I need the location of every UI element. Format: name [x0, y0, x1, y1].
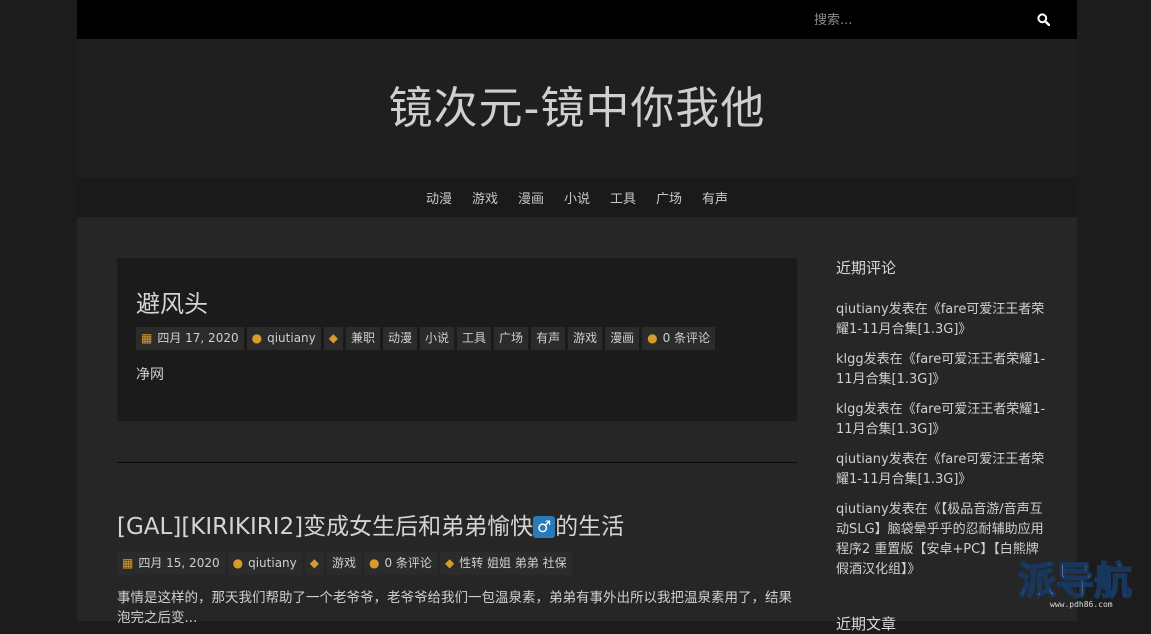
sidebar: 近期评论 qiutiany发表在《fare可爱汪王者荣耀1-11月合集[1.3G…: [836, 257, 1046, 590]
post-card: 避风头 ▦ 四月 17, 2020 ● qiutiany ◆ 兼职 动漫 小说 …: [117, 258, 797, 421]
nav-item-tools[interactable]: 工具: [610, 188, 636, 207]
post-date[interactable]: ▦ 四月 17, 2020: [136, 327, 244, 350]
post-comments[interactable]: ● 0 条评论: [642, 327, 716, 350]
calendar-icon: ▦: [141, 331, 153, 345]
comment-icon: ●: [369, 556, 380, 570]
content-area: 避风头 ▦ 四月 17, 2020 ● qiutiany ◆ 兼职 动漫 小说 …: [77, 217, 1077, 633]
recent-posts-title: 近期文章: [836, 615, 897, 633]
post-meta: ▦ 四月 17, 2020 ● qiutiany ◆ 兼职 动漫 小说 工具 广…: [136, 327, 716, 350]
category-tag[interactable]: 广场: [494, 327, 529, 350]
post-author-text: qiutiany: [248, 556, 297, 570]
search-input[interactable]: [812, 8, 1016, 32]
category-tag[interactable]: 游戏: [326, 552, 361, 575]
site-title[interactable]: 镜次元-镜中你我他: [77, 81, 1077, 137]
page: 镜次元-镜中你我他 动漫 游戏 漫画 小说 工具 广场 有声 避风头 ▦ 四月 …: [77, 0, 1077, 633]
search-icon: [1036, 12, 1050, 26]
post-comments[interactable]: ● 0 条评论: [364, 552, 437, 575]
post-author[interactable]: ● qiutiany: [246, 327, 321, 350]
category-tag[interactable]: 漫画: [605, 327, 640, 350]
recent-comment-item[interactable]: klgg发表在《fare可爱汪王者荣耀1-11月合集[1.3G]》: [836, 400, 1046, 440]
comment-icon: ●: [647, 331, 658, 345]
post-comments-text: 0 条评论: [384, 556, 432, 570]
post-keyword-tags[interactable]: ◆ 性转 姐姐 弟弟 社保: [439, 552, 572, 575]
nav-item-audio[interactable]: 有声: [702, 188, 728, 207]
nav-item-novels[interactable]: 小说: [564, 188, 590, 207]
post-date-text: 四月 17, 2020: [157, 331, 239, 345]
post-title-prefix: [GAL][KIRIKIRI2]变成女生后和弟弟愉快: [117, 514, 534, 540]
nav-item-games[interactable]: 游戏: [472, 188, 498, 207]
recent-comment-item[interactable]: qiutiany发表在《【极品音游/音声互动SLG】脑袋晕乎乎的忍耐辅助应用程序…: [836, 500, 1046, 580]
post-tags-marker: ◆: [323, 327, 343, 350]
post-keyword-tags-text: 性转 姐姐 弟弟 社保: [459, 556, 567, 570]
post-date[interactable]: ▦ 四月 15, 2020: [117, 552, 225, 575]
post-author[interactable]: ● qiutiany: [227, 552, 302, 575]
recent-comment-item[interactable]: qiutiany发表在《fare可爱汪王者荣耀1-11月合集[1.3G]》: [836, 300, 1046, 340]
search-button[interactable]: [1032, 8, 1054, 30]
tag-icon: ◆: [444, 556, 455, 570]
post-author-text: qiutiany: [267, 331, 316, 345]
recent-comments-title: 近期评论: [836, 259, 897, 277]
nav-item-comics[interactable]: 漫画: [518, 188, 544, 207]
calendar-icon: ▦: [122, 556, 134, 570]
watermark-logo: 派导航 www.pdh86.com: [1017, 558, 1148, 618]
category-tag[interactable]: 有声: [531, 327, 566, 350]
watermark-url: www.pdh86.com: [1050, 600, 1113, 609]
user-icon: ●: [232, 556, 244, 570]
category-tag[interactable]: 兼职: [345, 327, 380, 350]
category-tag[interactable]: 动漫: [383, 327, 418, 350]
male-sign-emoji: ♂: [533, 516, 556, 538]
post-comments-text: 0 条评论: [662, 331, 711, 345]
category-tag[interactable]: 小说: [420, 327, 455, 350]
tag-icon: ◆: [309, 556, 319, 570]
post-title[interactable]: 避风头: [136, 284, 208, 319]
watermark-text: 派导航: [1017, 558, 1133, 603]
main-nav: 动漫 游戏 漫画 小说 工具 广场 有声: [77, 177, 1077, 217]
post-divider: [117, 462, 797, 463]
tag-icon: ◆: [328, 331, 338, 345]
post-meta: ▦ 四月 15, 2020 ● qiutiany ◆ 游戏 ● 0 条评论 ◆ …: [117, 552, 572, 575]
post-title[interactable]: [GAL][KIRIKIRI2]变成女生后和弟弟愉快 ♂ 的生活: [117, 507, 624, 541]
post-excerpt: 净网: [136, 367, 164, 383]
category-tag[interactable]: 游戏: [568, 327, 603, 350]
user-icon: ●: [251, 331, 263, 345]
category-tag[interactable]: 工具: [457, 327, 492, 350]
top-bar: [77, 0, 1077, 39]
nav-item-plaza[interactable]: 广场: [656, 188, 682, 207]
nav-item-anime[interactable]: 动漫: [426, 188, 452, 207]
post-title-suffix: 的生活: [555, 514, 625, 540]
post-tags-marker: ◆: [304, 552, 324, 575]
recent-comment-item[interactable]: klgg发表在《fare可爱汪王者荣耀1-11月合集[1.3G]》: [836, 350, 1046, 390]
post-excerpt: 事情是这样的，那天我们帮助了一个老爷爷，老爷爷给我们一包温泉素，弟弟有事外出所以…: [117, 590, 792, 626]
recent-comment-item[interactable]: qiutiany发表在《fare可爱汪王者荣耀1-11月合集[1.3G]》: [836, 450, 1046, 490]
post-date-text: 四月 15, 2020: [138, 556, 220, 570]
site-header: 镜次元-镜中你我他: [77, 39, 1077, 177]
